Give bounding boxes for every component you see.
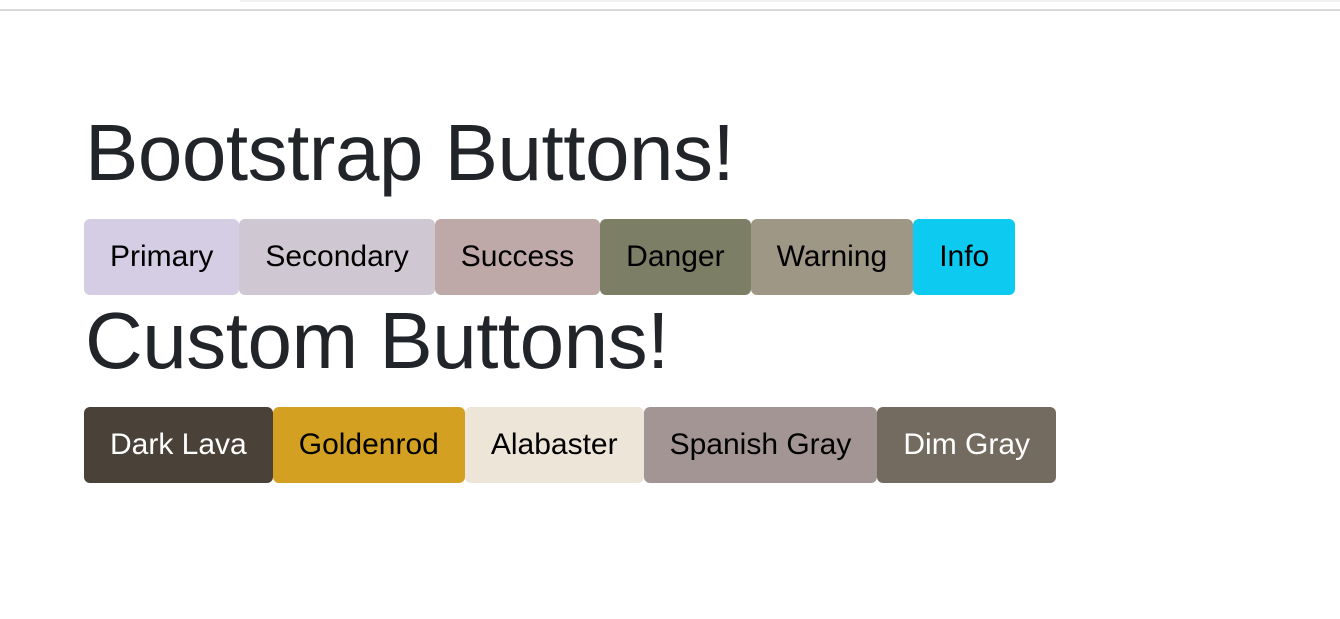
primary-button[interactable]: Primary <box>84 219 240 295</box>
bootstrap-buttons-heading: Bootstrap Buttons! <box>85 108 735 197</box>
dark-lava-button[interactable]: Dark Lava <box>84 407 273 483</box>
danger-button[interactable]: Danger <box>600 219 751 295</box>
warning-button[interactable]: Warning <box>750 219 914 295</box>
browser-top-strip <box>240 0 1340 2</box>
custom-buttons-heading: Custom Buttons! <box>85 296 669 385</box>
alabaster-button[interactable]: Alabaster <box>464 407 644 483</box>
dim-gray-button[interactable]: Dim Gray <box>877 407 1057 483</box>
custom-button-row: Dark Lava Goldenrod Alabaster Spanish Gr… <box>84 407 1057 483</box>
spanish-gray-button[interactable]: Spanish Gray <box>643 407 878 483</box>
top-divider <box>0 9 1340 11</box>
bootstrap-button-row: Primary Secondary Success Danger Warning… <box>84 219 1016 295</box>
info-button[interactable]: Info <box>913 219 1016 295</box>
secondary-button[interactable]: Secondary <box>239 219 435 295</box>
goldenrod-button[interactable]: Goldenrod <box>272 407 465 483</box>
success-button[interactable]: Success <box>434 219 601 295</box>
